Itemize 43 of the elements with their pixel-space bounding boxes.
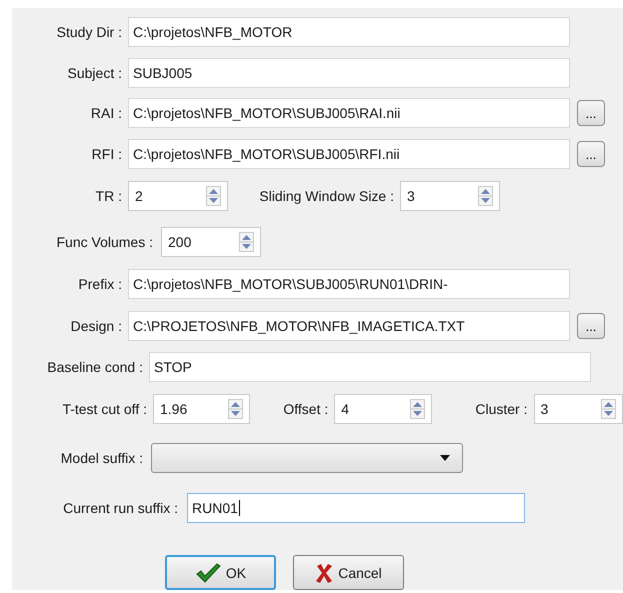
field-label: RAI : bbox=[90, 105, 122, 121]
field-label: TR : bbox=[94, 188, 122, 204]
field-label: Cluster : bbox=[474, 401, 528, 417]
text-field[interactable]: RUN01 bbox=[187, 493, 525, 523]
field-label: Func Volumes : bbox=[56, 234, 153, 250]
spin-box[interactable]: 4 bbox=[334, 394, 432, 424]
spin-box[interactable]: 1.96 bbox=[153, 394, 250, 424]
browse-button[interactable]: ... bbox=[577, 313, 605, 339]
text-field[interactable]: C:\PROJETOS\NFB_MOTOR\NFB_IMAGETICA.TXT bbox=[128, 311, 570, 341]
spin-box[interactable]: 3 bbox=[400, 181, 500, 211]
cross-icon bbox=[315, 562, 334, 582]
spin-arrows-icon[interactable] bbox=[239, 232, 254, 252]
cancel-button[interactable]: Cancel bbox=[293, 555, 404, 590]
field-label: T-test cut off : bbox=[61, 401, 147, 417]
spin-box[interactable]: 200 bbox=[161, 227, 261, 257]
field-label: RFI : bbox=[90, 146, 122, 162]
text-field[interactable]: C:\projetos\NFB_MOTOR\SUBJ005\RFI.nii bbox=[128, 139, 570, 169]
ok-button[interactable]: OK bbox=[165, 555, 276, 590]
browse-button[interactable]: ... bbox=[577, 141, 605, 167]
field-label: Sliding Window Size : bbox=[258, 188, 394, 204]
checkmark-icon bbox=[194, 562, 221, 582]
text-field[interactable]: C:\projetos\NFB_MOTOR\SUBJ005\RAI.nii bbox=[128, 98, 570, 128]
spin-box[interactable]: 3 bbox=[534, 394, 623, 424]
spin-arrows-icon[interactable] bbox=[601, 399, 616, 419]
spin-arrows-icon[interactable] bbox=[228, 399, 244, 419]
spin-box[interactable]: 2 bbox=[128, 181, 228, 211]
text-field[interactable]: C:\projetos\NFB_MOTOR bbox=[128, 17, 570, 47]
field-label: Baseline cond : bbox=[46, 359, 143, 375]
browse-button[interactable]: ... bbox=[577, 100, 605, 126]
field-label: Subject : bbox=[66, 65, 122, 81]
field-label: Offset : bbox=[282, 401, 328, 417]
dropdown-arrow-icon[interactable] bbox=[439, 454, 451, 462]
spin-arrows-icon[interactable] bbox=[478, 186, 493, 206]
text-field[interactable]: C:\projetos\NFB_MOTOR\SUBJ005\RUN01\DRIN- bbox=[128, 269, 570, 299]
field-label: Design : bbox=[70, 318, 122, 334]
field-label: Current run suffix : bbox=[62, 500, 178, 516]
field-label: Study Dir : bbox=[56, 24, 122, 40]
field-label: Prefix : bbox=[77, 276, 122, 292]
field-label: Model suffix : bbox=[60, 450, 143, 466]
spin-arrows-icon[interactable] bbox=[410, 399, 424, 419]
text-field[interactable]: SUBJ005 bbox=[128, 58, 570, 88]
text-field[interactable]: STOP bbox=[149, 352, 591, 382]
spin-arrows-icon[interactable] bbox=[206, 186, 221, 206]
